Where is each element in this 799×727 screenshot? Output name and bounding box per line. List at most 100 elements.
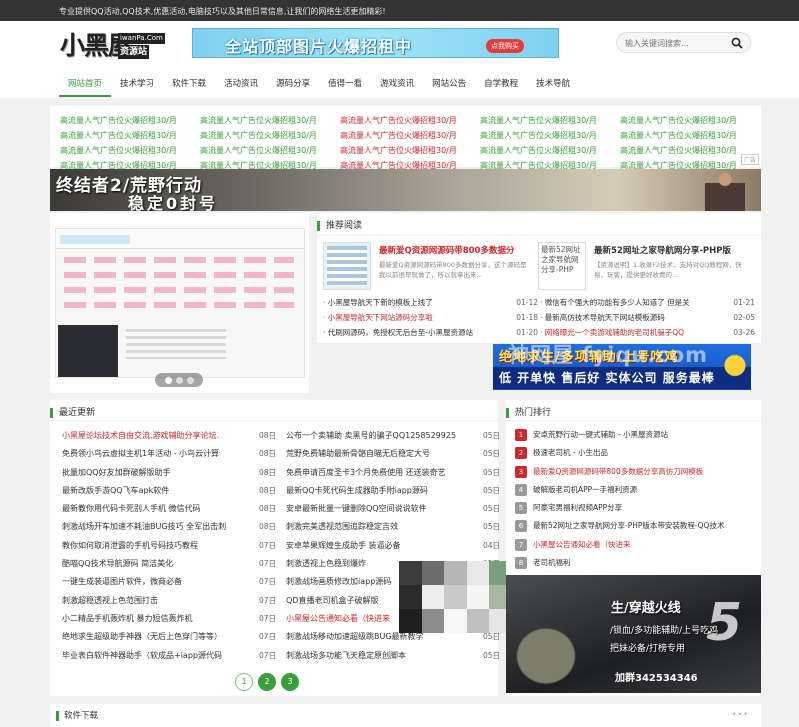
list-item[interactable]: 安卓苹果辉煌生成助手 装逼必备 04日 [286, 537, 500, 555]
list-item-title[interactable]: 刺激战场多功能飞天稳定原创脚本 [286, 651, 406, 660]
text-ad-link[interactable]: 高流量人气广告位火爆招租30/月 [60, 129, 200, 142]
text-ad-link[interactable]: 高流量人气广告位火爆招租30/月 [200, 144, 340, 157]
list-item[interactable]: 批量加QQ好友加群破解版助手 08日 [62, 464, 276, 482]
list-item[interactable]: 最新改版手游QQ飞车apk软件 08日 [62, 482, 276, 500]
list-item[interactable]: 小二精品手机轰炸机 暴力短信轰炸机 07日 [62, 610, 276, 628]
text-ad-link[interactable]: 高流量人气广告位火爆招租30/月 [620, 114, 760, 127]
more-icon[interactable]: ••• [732, 710, 749, 719]
list-item-title[interactable]: 绝地求生超级助手神器（无后上色穿门等等） [62, 632, 222, 641]
list-item[interactable]: · 小黑屋导航天下新的模板上线了 01-12 [323, 295, 538, 310]
nav-item-activity[interactable]: 活动资讯 [215, 73, 267, 97]
list-item-title[interactable]: · 最新高仿技术导航天下网站模板源码 [540, 313, 665, 322]
list-item-title[interactable]: 小黑屋论坛技术自由交流,游戏辅助分享论坛. [62, 431, 219, 440]
hot-ranking-item[interactable]: 4 破解版老司机APP一手福利资源 [513, 481, 758, 499]
list-item-title[interactable]: 酷喵QQ技术导航源码 简洁美化 [62, 559, 173, 568]
list-item-title[interactable]: 小黑屋公告通知必看（快进来 [286, 614, 390, 623]
list-item-title[interactable]: 刺激透视上色稳到爆炸 [286, 559, 366, 568]
page-2-button[interactable]: 2 [258, 673, 276, 691]
list-item-title[interactable]: 最新改版手游QQ飞车apk软件 [62, 486, 169, 495]
header-ad-banner[interactable]: 全站顶部图片火爆招租中 点我购买 [192, 28, 559, 58]
list-item[interactable]: 刺激完美透视范围追踪稳定吉效 05日 [286, 518, 500, 536]
list-item[interactable]: 公布一个卖辅助 卖黑号的骗子QQ1258529925 05日 [286, 427, 500, 445]
text-ad-link[interactable]: 高流量人气广告位火爆招租30/月 [340, 144, 480, 157]
hot-ranking-item[interactable]: 7 小黑屋公告通知必看（快进来 [513, 536, 758, 554]
hot-item-title[interactable]: 破解版老司机APP一手福利资源 [533, 485, 637, 494]
list-item[interactable]: 一键生成装逼图片软件，微商必备 07日 [62, 573, 276, 591]
search-input[interactable] [625, 36, 725, 50]
nav-item-source-code[interactable]: 源码分享 [267, 73, 319, 97]
list-item[interactable]: · 小黑屋导航天下网站源码分享啦 01-18 [323, 310, 538, 325]
hot-ranking-item[interactable]: 6 最新52网址之家导航网分享-PHP版本带安装教程-QQ技术 [513, 517, 758, 535]
text-ad-link[interactable]: 高流量人气广告位火爆招租30/月 [60, 144, 200, 157]
nav-item-game-news[interactable]: 游戏资讯 [371, 73, 423, 97]
featured-article[interactable]: 最新52网址之家导航网分享-PHP 最新52网址之家导航网分享-PHP版 【资源… [538, 242, 748, 292]
list-item-title[interactable]: 刺激战场移动加速超级跳BUG最新教学 [286, 632, 424, 641]
hot-ranking-item[interactable]: 8 老司机福利 [513, 554, 758, 572]
list-item[interactable]: · 最新高仿技术导航天下网站模板源码 02-05 [540, 310, 755, 325]
list-item[interactable]: 教你如何取消泄露的手机号码技巧教程 07日 [62, 537, 276, 555]
site-logo[interactable]: 小黑屋 iwanPa.Com 资源站 [60, 29, 165, 63]
hot-item-title[interactable]: 最新爱Q资源网源码带800多数据分享高仿刀网模板 [533, 467, 703, 476]
list-item-title[interactable]: 安卓最新批量一键删除QQ空间说说软件 [286, 504, 427, 513]
list-item-title[interactable]: 最新教你用代码卡死别人手机 微信代码 [62, 504, 201, 513]
text-ad-link[interactable]: 高流量人气广告位火爆招租30/月 [480, 114, 620, 127]
list-item-title[interactable]: · 微信有个强大的功能有多少人知道了 但是关 [540, 298, 690, 307]
featured-article-title[interactable]: 最新52网址之家导航网分享-PHP版 [594, 244, 731, 256]
list-item-title[interactable]: 小二精品手机轰炸机 暴力短信轰炸机 [62, 614, 193, 623]
list-item-title[interactable]: 免费申请百度圣卡3个月免费使用 还送装奇艺 [286, 468, 446, 477]
hot-ranking-item[interactable]: 1 安卓荒野行动一键式辅助 - 小黑屋资源站 [513, 426, 758, 444]
text-ad-link[interactable]: 高流量人气广告位火爆招租30/月 [620, 129, 760, 142]
featured-article-thumbnail[interactable] [323, 242, 371, 290]
list-item[interactable]: 刺激战场开车加速不耗油BUG技巧 全军出击刺 08日 [62, 518, 276, 536]
list-item[interactable]: · 网络曝光一个卖游戏辅助的老司机骗子QQ 03-26 [540, 325, 755, 340]
text-ad-link[interactable]: 高流量人气广告位火爆招租30/月 [620, 144, 760, 157]
slider-dot[interactable] [186, 376, 194, 384]
text-ad-link[interactable]: 高流量人气广告位火爆招租30/月 [60, 114, 200, 127]
list-item-title[interactable]: 刺激超稳透视上色范围打击 [62, 596, 158, 605]
list-item[interactable]: 刺激超稳透视上色范围打击 07日 [62, 592, 276, 610]
list-item-title[interactable]: 安卓苹果辉煌生成助手 装逼必备 [286, 541, 401, 550]
hot-item-title[interactable]: 小黑屋公告通知必看（快进来 [533, 540, 631, 549]
list-item[interactable]: 荒野免费辅助最新骨骼自瞄无后稳定大号 05日 [286, 445, 500, 463]
search-icon[interactable] [731, 37, 743, 49]
hot-ranking-item[interactable]: 3 最新爱Q资源网源码带800多数据分享高仿刀网模板 [513, 463, 758, 481]
list-item-title[interactable]: · 小黑屋导航天下新的模板上线了 [323, 298, 433, 307]
slider-dot[interactable] [164, 376, 172, 384]
nav-item-tech-learning[interactable]: 技术学习 [111, 73, 163, 97]
text-ad-link[interactable]: 高流量人气广告位火爆招租30/月 [200, 129, 340, 142]
hot-ranking-item[interactable]: 5 阿豪宅男福利视频APP分享 [513, 499, 758, 517]
hot-item-title[interactable]: 阿豪宅男福利视频APP分享 [533, 503, 622, 512]
list-item[interactable]: 免费申请百度圣卡3个月免费使用 还送装奇艺 05日 [286, 464, 500, 482]
list-item-title[interactable]: 一键生成装逼图片软件，微商必备 [62, 577, 182, 586]
list-item-title[interactable]: 最新QQ卡死代码生成器助手附iapp源码 [286, 486, 428, 495]
list-item-title[interactable]: 教你如何取消泄露的手机号码技巧教程 [62, 541, 198, 550]
list-item-title[interactable]: 批量加QQ好友加群破解版助手 [62, 468, 171, 477]
list-item-title[interactable]: · 代刷网源码，免授权无后台至-小黑屋资源站 [323, 328, 473, 337]
nav-item-home[interactable]: 网站首页 [59, 73, 112, 97]
nav-item-tech-nav[interactable]: 技术导航 [527, 73, 579, 97]
featured-article[interactable]: 最新爱Q资源网源码带800多数据分 最新爱Q资源网源码带800多数据分享，这个源… [323, 242, 533, 292]
list-item-title[interactable]: 荒野免费辅助最新骨骼自瞄无后稳定大号 [286, 449, 430, 458]
list-item[interactable]: 最新QQ卡死代码生成器助手附iapp源码 05日 [286, 482, 500, 500]
cf-cheat-ad-image[interactable]: 5 生/穿越火线 /锁血/多功能辅助/上号吃鸡 把妹必备/打榜专用 加群3425… [506, 575, 761, 693]
list-item[interactable]: 毕业表白软件神器助手（软成品+iapp源代码 07日 [62, 647, 276, 665]
list-item-title[interactable]: 毕业表白软件神器助手（软成品+iapp源代码 [62, 651, 222, 660]
list-item-title[interactable]: · 小黑屋导航天下网站源码分享啦 [323, 313, 433, 322]
list-item[interactable]: 最新教你用代码卡死别人手机 微信代码 08日 [62, 500, 276, 518]
list-item-title[interactable]: QD直播老司机盒子破解版 [286, 596, 378, 605]
hot-ranking-item[interactable]: 2 极速老司机 - 小生出品 [513, 444, 758, 462]
featured-article-title[interactable]: 最新爱Q资源网源码带800多数据分 [379, 244, 514, 256]
hot-item-title[interactable]: 老司机福利 [533, 558, 571, 567]
hot-item-title[interactable]: 极速老司机 - 小生出品 [533, 448, 608, 457]
list-item-title[interactable]: · 网络曝光一个卖游戏辅助的老司机骗子QQ [540, 328, 684, 337]
list-item-title[interactable]: 公布一个卖辅助 卖黑号的骗子QQ1258529925 [286, 431, 456, 440]
text-ad-link[interactable]: 高流量人气广告位火爆招租30/月 [480, 144, 620, 157]
slider-dot[interactable] [175, 376, 183, 384]
list-item[interactable]: 免费领小鸟云虚拟主机1年活动 - 小鸟云计算 08日 [62, 445, 276, 463]
hot-item-title[interactable]: 安卓荒野行动一键式辅助 - 小黑屋资源站 [533, 430, 668, 439]
nav-item-software[interactable]: 软件下载 [163, 73, 215, 97]
list-item[interactable]: · 代刷网源码，免授权无后台至-小黑屋资源站 01-20 [323, 325, 538, 340]
featured-article-thumbnail[interactable]: 最新52网址之家导航网分享-PHP [538, 242, 586, 290]
text-ad-link[interactable]: 高流量人气广告位火爆招租30/月 [480, 129, 620, 142]
page-1-button[interactable]: 1 [235, 673, 253, 691]
